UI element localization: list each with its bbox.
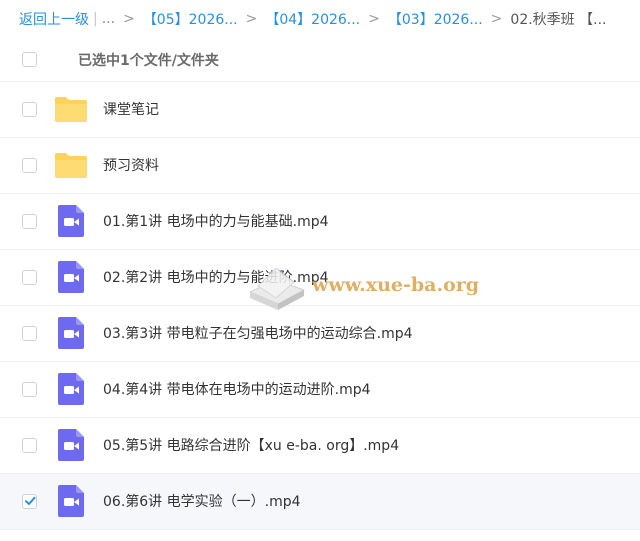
file-name[interactable]: 06.第6讲 电学实验（一）.mp4: [103, 491, 301, 511]
file-name[interactable]: 03.第3讲 带电粒子在匀强电场中的运动综合.mp4: [103, 323, 413, 343]
chevron-right-icon: >: [245, 11, 258, 27]
file-row[interactable]: 06.第6讲 电学实验（一）.mp4: [0, 474, 640, 530]
breadcrumb-divider: |: [93, 11, 98, 27]
file-name[interactable]: 课堂笔记: [103, 99, 159, 119]
video-file-icon: [58, 261, 92, 293]
file-name[interactable]: 01.第1讲 电场中的力与能基础.mp4: [103, 211, 329, 231]
select-all-checkbox[interactable]: [22, 52, 37, 67]
file-checkbox[interactable]: [22, 326, 37, 341]
file-row[interactable]: 04.第4讲 带电体在电场中的运动进阶.mp4: [0, 362, 640, 418]
video-file-icon: [58, 317, 92, 349]
file-row[interactable]: 05.第5讲 电路综合进阶【xu e-ba. org】.mp4: [0, 418, 640, 474]
file-name[interactable]: 04.第4讲 带电体在电场中的运动进阶.mp4: [103, 379, 371, 399]
back-link[interactable]: 返回上一级: [19, 9, 89, 29]
file-name[interactable]: 预习资料: [103, 155, 159, 175]
chevron-right-icon: >: [123, 11, 135, 27]
breadcrumb-item-05[interactable]: 【05】2026...: [143, 9, 238, 29]
breadcrumb-item-03[interactable]: 【03】2026...: [388, 9, 483, 29]
file-checkbox[interactable]: [22, 438, 37, 453]
video-file-icon: [58, 205, 92, 237]
selection-status: 已选中1个文件/文件夹: [78, 53, 219, 69]
book-icon: [248, 267, 306, 310]
file-row[interactable]: 预习资料: [0, 138, 640, 194]
file-checkbox[interactable]: [22, 214, 37, 229]
file-checkbox[interactable]: [22, 494, 37, 509]
checkmark-icon: [25, 496, 36, 505]
file-list-header: 已选中1个文件/文件夹: [0, 38, 640, 82]
file-checkbox[interactable]: [22, 270, 37, 285]
breadcrumb-current: 02.秋季班 【...: [510, 12, 607, 28]
watermark: www.xue-ba.org: [246, 262, 479, 318]
breadcrumb-item-04[interactable]: 【04】2026...: [265, 9, 360, 29]
breadcrumb-ellipsis[interactable]: ...: [102, 11, 115, 27]
video-file-icon: [58, 485, 92, 517]
folder-icon: [54, 94, 88, 124]
file-row[interactable]: 01.第1讲 电场中的力与能基础.mp4: [0, 194, 640, 250]
file-checkbox[interactable]: [22, 102, 37, 117]
breadcrumb: 返回上一级 | ... > 【05】2026... > 【04】2026... …: [0, 0, 640, 38]
video-file-icon: [58, 429, 92, 461]
watermark-text: www.xue-ba.org: [312, 274, 480, 296]
file-checkbox[interactable]: [22, 382, 37, 397]
file-checkbox[interactable]: [22, 158, 37, 173]
file-name[interactable]: 05.第5讲 电路综合进阶【xu e-ba. org】.mp4: [103, 435, 399, 455]
chevron-right-icon: >: [368, 11, 380, 27]
chevron-right-icon: >: [490, 11, 503, 27]
file-row[interactable]: 课堂笔记: [0, 82, 640, 138]
folder-icon: [54, 150, 88, 180]
video-file-icon: [58, 373, 92, 405]
